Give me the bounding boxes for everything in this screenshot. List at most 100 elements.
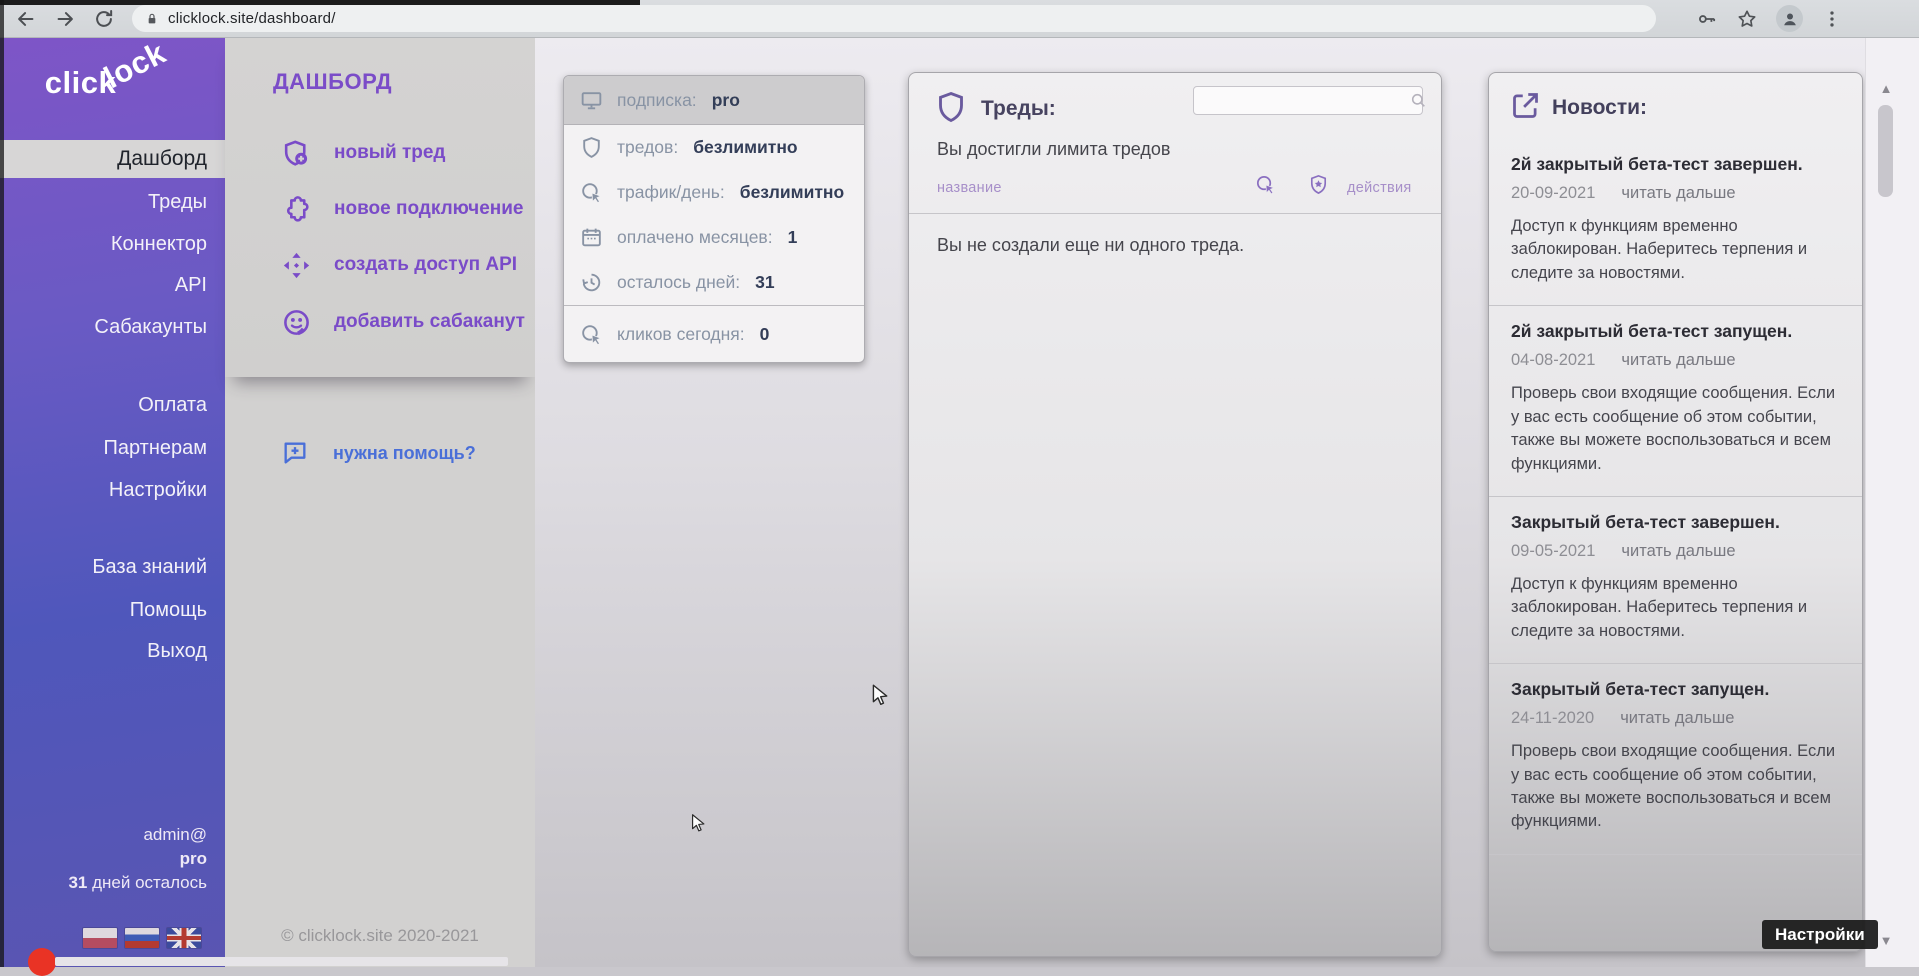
news-item: 2й закрытый бета-тест запущен. 04-08-202…: [1489, 305, 1862, 496]
row-label: кликов сегодня:: [617, 324, 745, 345]
news-item: Закрытый бета-тест завершен. 09-05-2021 …: [1489, 496, 1862, 663]
uk-flag-icon[interactable]: [167, 928, 201, 948]
scrollbar-thumb[interactable]: [1878, 105, 1893, 197]
scroll-down-arrow[interactable]: ▼: [1876, 933, 1896, 948]
days-number: 31: [68, 873, 87, 892]
clicks-today-row: кликов сегодня: 0: [564, 305, 864, 362]
url-bar[interactable]: clicklock.site/dashboard/: [132, 5, 1656, 32]
new-connection-button[interactable]: новое подключение: [281, 192, 524, 226]
threads-empty-message: Вы не создали еще ни одного треда.: [937, 235, 1244, 256]
bookmark-star-icon[interactable]: [1736, 8, 1758, 30]
clicks-column-icon: [1254, 173, 1277, 196]
threads-search-box: [1193, 86, 1423, 115]
read-more-link[interactable]: читать дальше: [1621, 351, 1735, 370]
new-thread-button[interactable]: новый тред: [281, 136, 446, 170]
forward-button[interactable]: [52, 6, 78, 32]
record-indicator-dot: [28, 948, 56, 976]
toolbar-right: [1696, 5, 1843, 32]
russia-flag-icon[interactable]: [125, 928, 159, 948]
reload-button[interactable]: [91, 6, 117, 32]
need-help-link[interactable]: нужна помощь?: [281, 436, 476, 470]
sidebar-item-dashboard[interactable]: Дашборд: [0, 140, 225, 178]
news-item-title: Закрытый бета-тест завершен.: [1511, 512, 1842, 533]
search-input[interactable]: [1194, 92, 1409, 109]
url-text: clicklock.site/dashboard/: [168, 10, 336, 27]
sidebar-item-partners[interactable]: Партнерам: [0, 429, 225, 467]
news-item-date: 20-09-2021: [1511, 184, 1595, 203]
action-label: новый тред: [334, 142, 446, 164]
threads-panel: Треды: Вы достигли лимита тредов названи…: [908, 72, 1442, 957]
news-item-date: 09-05-2021: [1511, 542, 1595, 561]
shield-icon: [933, 89, 969, 125]
copyright-text: © clicklock.site 2020-2021: [225, 926, 535, 946]
news-panel: Новости: 2й закрытый бета-тест завершен.…: [1488, 72, 1863, 952]
subscription-header: подписка: pro: [564, 76, 864, 125]
row-value: безлимитно: [693, 137, 797, 158]
main-content: подписка:pro тредов:безлимитно трафик/де…: [535, 37, 1919, 967]
action-label: создать доступ API: [334, 254, 517, 276]
news-item-meta: 20-09-2021 читать дальше: [1511, 184, 1842, 203]
threads-title: Треды:: [981, 97, 1056, 121]
read-more-link[interactable]: читать дальше: [1621, 184, 1735, 203]
news-item-date: 24-11-2020: [1511, 709, 1594, 728]
create-api-access-button[interactable]: создать доступ API: [281, 248, 517, 282]
back-button[interactable]: [13, 6, 39, 32]
help-label: нужна помощь?: [333, 443, 476, 464]
action-label: добавить сабаканут: [334, 311, 525, 333]
threads-divider: [909, 213, 1441, 214]
news-item-body: Проверь свои входящие сообщения. Если у …: [1511, 382, 1842, 476]
sidebar-item-api[interactable]: API: [0, 266, 225, 304]
column-header-actions: действия: [1347, 180, 1412, 196]
news-item-meta: 09-05-2021 читать дальше: [1511, 542, 1842, 561]
read-more-link[interactable]: читать дальше: [1621, 542, 1735, 561]
poland-flag-icon[interactable]: [83, 928, 117, 948]
days-text: дней осталось: [87, 873, 207, 892]
sidebar-item-connector[interactable]: Коннектор: [0, 225, 225, 263]
add-subaccount-button[interactable]: добавить сабаканут: [281, 305, 525, 339]
subscription-label: подписка:: [617, 90, 697, 111]
forward-arrow-icon: [54, 8, 76, 30]
paid-months-row: оплачено месяцев:1: [564, 215, 864, 260]
news-item-body: Доступ к функциям временно заблокирован.…: [1511, 215, 1842, 285]
left-edge-shadow: [0, 0, 4, 967]
sidebar-item-logout[interactable]: Выход: [0, 632, 225, 670]
profile-avatar[interactable]: [1776, 5, 1803, 32]
sidebar-item-subaccounts[interactable]: Сабакаунты: [0, 308, 225, 346]
news-item-date: 04-08-2021: [1511, 351, 1595, 370]
sidebar-item-knowledge-base[interactable]: База знаний: [0, 548, 225, 586]
scroll-up-arrow[interactable]: ▲: [1876, 81, 1896, 96]
sidebar-item-threads[interactable]: Треды: [0, 183, 225, 221]
chat-plus-icon: [281, 439, 309, 467]
puzzle-icon: [281, 194, 312, 225]
news-item-meta: 04-08-2021 читать дальше: [1511, 351, 1842, 370]
threads-limit-row: тредов:безлимитно: [564, 125, 864, 170]
action-label: новое подключение: [334, 198, 524, 220]
shield-icon: [579, 135, 604, 160]
monitor-icon: [579, 88, 604, 113]
user-days-left: 31 дней осталось: [68, 871, 207, 895]
top-edge-shadow: [0, 0, 640, 5]
settings-overlay-badge[interactable]: Настройки: [1762, 920, 1878, 949]
click-icon: [579, 322, 604, 347]
menu-dots-icon[interactable]: [1821, 8, 1843, 30]
subscription-value: pro: [712, 90, 740, 111]
read-more-link[interactable]: читать дальше: [1620, 709, 1734, 728]
search-icon: [1409, 91, 1428, 110]
news-item-body: Проверь свои входящие сообщения. Если у …: [1511, 740, 1842, 834]
sidebar-item-settings[interactable]: Настройки: [0, 471, 225, 509]
language-switcher: [83, 928, 201, 948]
subscription-card: подписка:pro тредов:безлимитно трафик/де…: [563, 75, 865, 363]
news-item-title: 2й закрытый бета-тест завершен.: [1511, 154, 1842, 175]
key-icon[interactable]: [1696, 8, 1718, 30]
row-value: 31: [755, 272, 774, 293]
news-header: Новости:: [1489, 73, 1862, 139]
news-item-title: Закрытый бета-тест запущен.: [1511, 679, 1842, 700]
threads-limit-notice: Вы достигли лимита тредов: [937, 139, 1170, 160]
reload-icon: [93, 8, 115, 30]
row-label: осталось дней:: [617, 272, 740, 293]
column-header-name: название: [937, 180, 1002, 196]
user-email: admin@: [68, 823, 207, 847]
sidebar-item-help[interactable]: Помощь: [0, 591, 225, 629]
row-value: 0: [760, 324, 770, 345]
sidebar-item-payment[interactable]: Оплата: [0, 386, 225, 424]
